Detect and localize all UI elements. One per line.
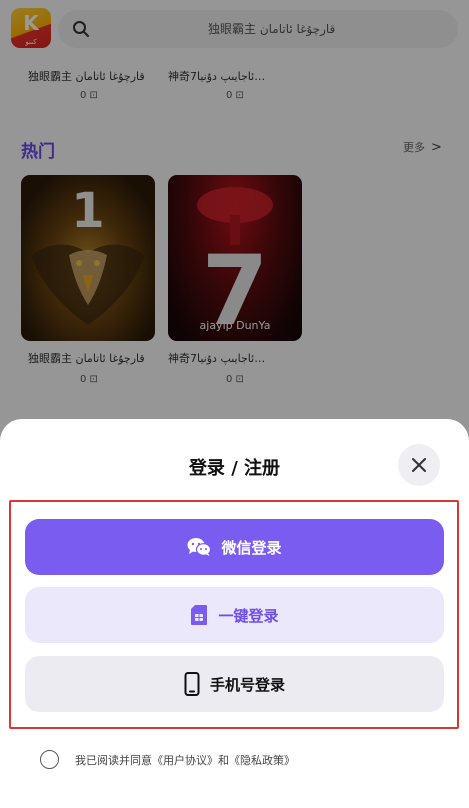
close-icon — [412, 458, 426, 472]
one-key-login-button[interactable]: 一键登录 — [25, 587, 444, 643]
phone-login-label: 手机号登录 — [209, 675, 285, 694]
one-key-login-label: 一键登录 — [218, 606, 279, 625]
phone-icon — [184, 672, 200, 696]
wechat-icon — [187, 537, 212, 557]
agreement-text[interactable]: 我已阅读并同意《用户协议》和《隐私政策》 — [75, 752, 295, 768]
sim-card-icon — [190, 604, 208, 626]
wechat-login-label: 微信登录 — [221, 538, 282, 557]
phone-login-button[interactable]: 手机号登录 — [25, 656, 444, 712]
login-sheet: 登录 / 注册 微信登录 一键登录 手机号登录 我已阅读并同意《用户协议》和《隐… — [0, 419, 469, 808]
close-button[interactable] — [398, 444, 440, 486]
wechat-login-button[interactable]: 微信登录 — [25, 519, 444, 575]
agreement-checkbox[interactable] — [40, 750, 59, 769]
